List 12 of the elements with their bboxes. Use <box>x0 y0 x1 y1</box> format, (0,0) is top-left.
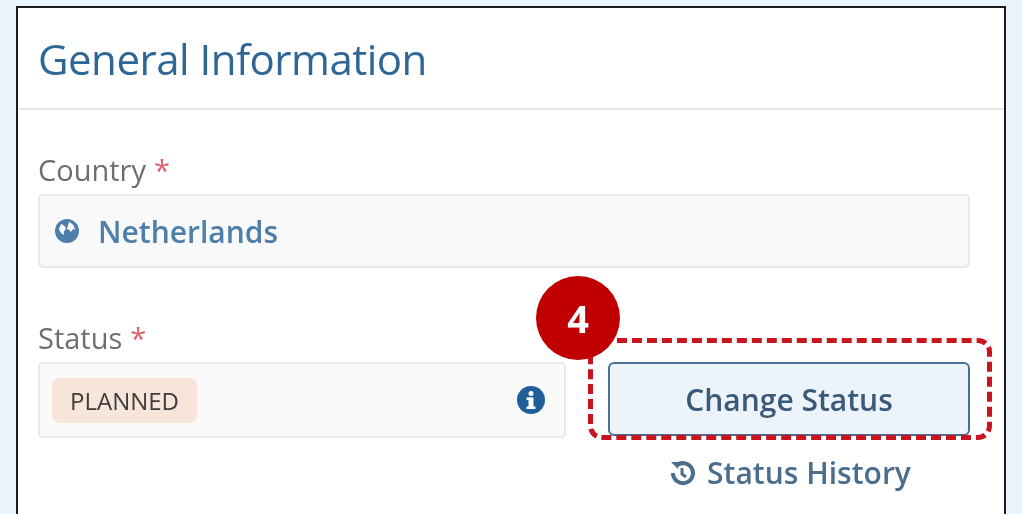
globe-icon <box>54 218 80 244</box>
status-tag: PLANNED <box>52 377 198 423</box>
status-history-link[interactable]: Status History <box>667 452 911 493</box>
panel-title: General Information <box>38 29 427 87</box>
country-field[interactable]: Netherlands <box>38 194 970 268</box>
info-icon[interactable] <box>516 385 546 415</box>
required-mark: * <box>130 320 147 356</box>
country-value: Netherlands <box>98 210 279 252</box>
required-mark: * <box>154 152 170 188</box>
change-status-button[interactable]: Change Status <box>608 362 970 436</box>
field-label: Country <box>38 152 146 188</box>
field-label: Status <box>38 320 123 356</box>
